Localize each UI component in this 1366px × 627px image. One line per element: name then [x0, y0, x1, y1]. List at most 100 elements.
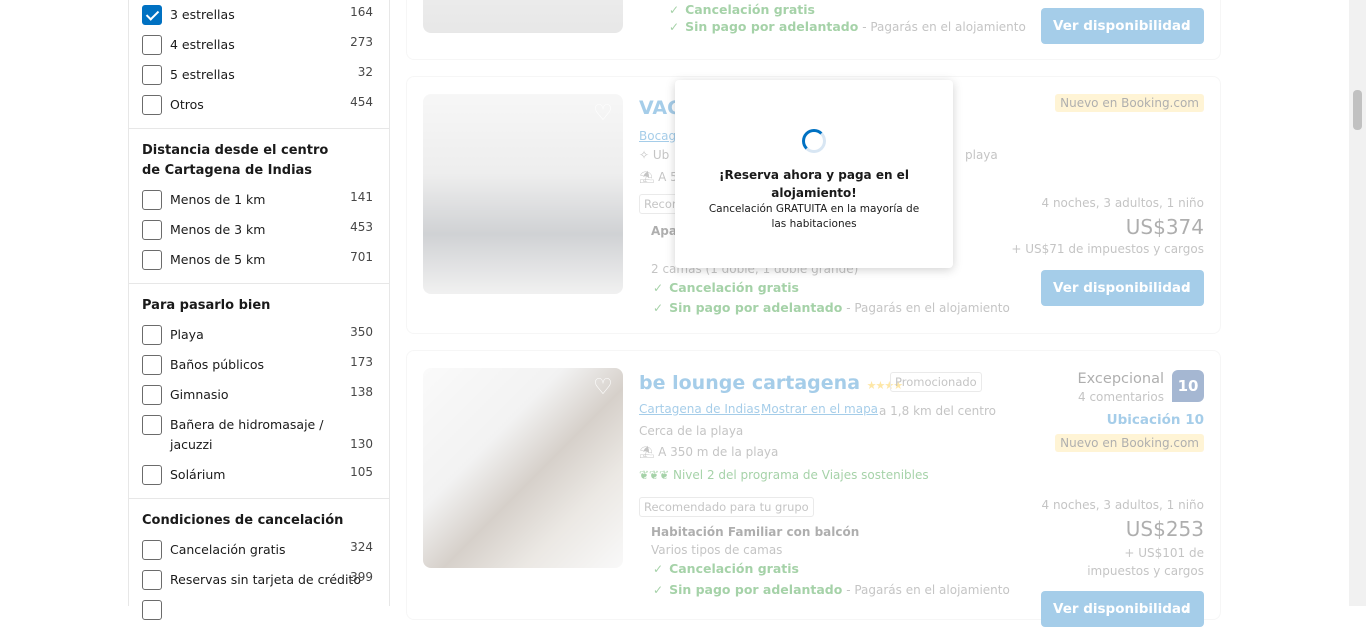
- review-count: 4 comentarios: [1078, 390, 1164, 404]
- filter-free-cancellation[interactable]: Cancelación gratis 324: [142, 540, 373, 562]
- see-availability-button[interactable]: Ver disponibilidad: [1041, 8, 1204, 44]
- filter-solarium[interactable]: Solárium 105: [142, 465, 373, 487]
- filter-section-title: Condiciones de cancelación: [142, 513, 344, 528]
- filter-jacuzzi[interactable]: Bañera de hidromasaje / jacuzzi 130: [142, 415, 373, 457]
- property-card: ✓ Cancelación gratis ✓ Sin pago por adelan…: [406, 0, 1221, 60]
- scrollbar-thumb[interactable]: [1353, 90, 1362, 130]
- free-cancellation: ✓ Cancelación gratis: [653, 561, 799, 576]
- beach-icon: ⛱: [639, 170, 655, 184]
- checkbox[interactable]: [142, 190, 162, 210]
- free-cancellation: ✓ Cancelación gratis: [653, 280, 799, 295]
- filter-next-partial[interactable]: [142, 600, 373, 622]
- heart-icon[interactable]: ♡: [591, 376, 615, 400]
- filter-label: Reservas sin tarjeta de crédito: [170, 572, 361, 587]
- review-score: 10: [1172, 370, 1204, 402]
- heart-icon[interactable]: ♡: [591, 102, 615, 126]
- recommended-tag: Recomendado para tu grupo: [639, 497, 814, 517]
- property-title[interactable]: be lounge cartagena ★★★★: [639, 372, 903, 394]
- property-card: ♡ be lounge cartagena ★★★★ Promocionado …: [406, 350, 1221, 627]
- no-prepayment: ✓ Sin pago por adelantado - Pagarás en el…: [653, 300, 1010, 315]
- loading-spinner-icon: [802, 129, 826, 153]
- checkbox[interactable]: [142, 385, 162, 405]
- filter-count: 173: [350, 355, 373, 369]
- checkbox[interactable]: [142, 355, 162, 375]
- filter-gym[interactable]: Gimnasio 138: [142, 385, 373, 407]
- filter-3-stars[interactable]: 3 estrellas 164: [142, 5, 373, 27]
- loading-popup: ¡Reserva ahora y paga en el alojamiento!…: [675, 80, 953, 268]
- filter-label: 3 estrellas: [170, 7, 235, 22]
- filter-label: Solárium: [170, 467, 226, 482]
- stay-details: 4 noches, 3 adultos, 1 niño: [1041, 498, 1205, 512]
- price: US$374: [1125, 215, 1204, 239]
- filter-5-stars[interactable]: 5 estrellas 32: [142, 65, 373, 87]
- filter-label: 5 estrellas: [170, 67, 235, 82]
- checkbox[interactable]: [142, 570, 162, 590]
- new-on-booking-badge: Nuevo en Booking.com: [1055, 434, 1204, 452]
- property-photo[interactable]: [423, 0, 623, 33]
- property-photo[interactable]: ♡: [423, 368, 623, 568]
- filter-label: Cancelación gratis: [170, 542, 286, 557]
- filter-section-fun: Para pasarlo bien Playa 350 Baños públic…: [129, 284, 389, 499]
- location-score: Ubicación 10: [1106, 412, 1204, 428]
- city-link[interactable]: Cartagena de Indias: [639, 402, 760, 416]
- checkbox[interactable]: [142, 540, 162, 560]
- checkbox[interactable]: [142, 95, 162, 115]
- see-availability-button[interactable]: Ver disponibilidad: [1041, 591, 1204, 627]
- filter-section-title: Distancia desde el centro de Cartagena d…: [142, 143, 329, 178]
- filter-distance-1km[interactable]: Menos de 1 km 141: [142, 190, 373, 212]
- checkbox[interactable]: [142, 325, 162, 345]
- beach-distance: ⛱ A 350 m de la playa: [639, 445, 779, 459]
- filter-count: 350: [350, 325, 373, 339]
- filter-count: 32: [357, 65, 373, 79]
- filter-count: 105: [350, 465, 373, 479]
- filter-count: 453: [350, 220, 373, 234]
- checkbox[interactable]: [142, 250, 162, 270]
- filter-label: Gimnasio: [170, 387, 229, 402]
- filter-no-credit-card[interactable]: Reservas sin tarjeta de crédito 399: [142, 570, 373, 592]
- filter-section-title: Para pasarlo bien: [142, 298, 271, 313]
- stay-details: 4 noches, 3 adultos, 1 niño: [1041, 196, 1205, 210]
- checkbox[interactable]: [142, 65, 162, 85]
- taxes: + US$101 de impuestos y cargos: [1087, 546, 1204, 578]
- checkbox[interactable]: [142, 415, 162, 435]
- filter-count: 164: [350, 5, 373, 19]
- filter-section-cancellation: Condiciones de cancelación Cancelación g…: [129, 499, 389, 620]
- filter-count: 399: [350, 570, 373, 584]
- scrollbar[interactable]: [1349, 0, 1366, 606]
- filter-label: Menos de 3 km: [170, 222, 266, 237]
- show-map-link[interactable]: Mostrar en el mapa: [761, 402, 878, 416]
- checkbox[interactable]: [142, 465, 162, 485]
- filter-count: 141: [350, 190, 373, 204]
- property-photo[interactable]: ♡: [423, 94, 623, 294]
- filter-4-stars[interactable]: 4 estrellas 273: [142, 35, 373, 57]
- filter-label: 4 estrellas: [170, 37, 235, 52]
- filter-other-stars[interactable]: Otros 454: [142, 95, 373, 117]
- checkbox[interactable]: [142, 600, 162, 620]
- filter-beach[interactable]: Playa 350: [142, 325, 373, 347]
- checkbox-checked[interactable]: [142, 5, 162, 25]
- new-on-booking-badge: Nuevo en Booking.com: [1055, 94, 1204, 112]
- filter-count: 324: [350, 540, 373, 554]
- no-prepayment: ✓ Sin pago por adelantado - Pagarás en el…: [669, 19, 1026, 34]
- leaf-icon: ❦❦❦: [639, 468, 670, 482]
- filter-section-distance: Distancia desde el centro de Cartagena d…: [129, 129, 389, 284]
- filter-count: 138: [350, 385, 373, 399]
- price: US$253: [1125, 517, 1204, 541]
- filter-label: Otros: [170, 97, 204, 112]
- near-beach-text: playa: [965, 148, 998, 162]
- checkbox[interactable]: [142, 35, 162, 55]
- promoted-tag: Promocionado: [890, 372, 982, 392]
- beach-icon: ⛱: [639, 445, 655, 459]
- near-beach: Cerca de la playa: [639, 424, 744, 438]
- checkbox[interactable]: [142, 220, 162, 240]
- filter-count: 701: [350, 250, 373, 264]
- filter-distance-3km[interactable]: Menos de 3 km 453: [142, 220, 373, 242]
- filter-section-stars: 3 estrellas 164 4 estrellas 273 5 estrel…: [129, 0, 389, 129]
- beach-distance: ⛱ A 5: [639, 170, 678, 184]
- no-prepayment: ✓ Sin pago por adelantado - Pagarás en el…: [653, 582, 1010, 597]
- see-availability-button[interactable]: Ver disponibilidad: [1041, 270, 1204, 306]
- filters-sidebar: 3 estrellas 164 4 estrellas 273 5 estrel…: [128, 0, 390, 620]
- filter-distance-5km[interactable]: Menos de 5 km 701: [142, 250, 373, 272]
- filter-public-baths[interactable]: Baños públicos 173: [142, 355, 373, 377]
- filter-label: Baños públicos: [170, 357, 265, 372]
